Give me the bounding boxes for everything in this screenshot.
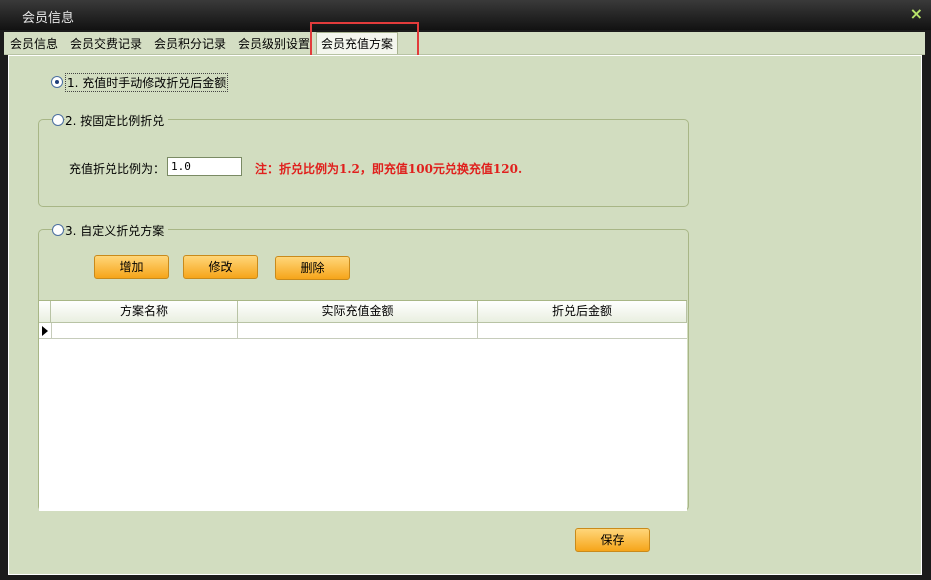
option3-radio[interactable] bbox=[52, 224, 64, 236]
title-bar: 会员信息 × bbox=[0, 0, 931, 30]
option1-radio[interactable] bbox=[51, 76, 63, 88]
table-row[interactable] bbox=[39, 323, 687, 339]
tab-points-records[interactable]: 会员积分记录 bbox=[150, 35, 230, 53]
tab-strip: 会员信息 会员交费记录 会员积分记录 会员级别设置 会员充值方案 bbox=[4, 32, 925, 55]
option1-label[interactable]: 1. 充值时手动修改折兑后金额 bbox=[64, 73, 229, 92]
option3-label[interactable]: 3. 自定义折兑方案 bbox=[65, 222, 169, 239]
row-header-corner bbox=[39, 301, 51, 322]
save-button[interactable]: 保存 bbox=[575, 528, 650, 552]
cell-actual-amount[interactable] bbox=[238, 323, 478, 338]
recharge-plan-panel: 1. 充值时手动修改折兑后金额 2. 按固定比例折兑 充值折兑比例为： 1.0 … bbox=[8, 55, 922, 575]
custom-plan-group: 3. 自定义折兑方案 增加 修改 删除 方案名称 实际充值金额 折兑后金额 bbox=[38, 222, 689, 511]
tab-fee-records[interactable]: 会员交费记录 bbox=[66, 35, 146, 53]
option2-radio[interactable] bbox=[52, 114, 64, 126]
edit-button[interactable]: 修改 bbox=[183, 255, 258, 279]
cell-plan-name[interactable] bbox=[51, 323, 238, 338]
column-header-actual-amount[interactable]: 实际充值金额 bbox=[238, 301, 478, 322]
ratio-note: 注：折兑比例为1.2，即充值100元兑换充值120. bbox=[255, 162, 523, 176]
tab-recharge-plan[interactable]: 会员充值方案 bbox=[316, 32, 399, 54]
column-header-converted-amount[interactable]: 折兑后金额 bbox=[478, 301, 687, 322]
fixed-ratio-group: 2. 按固定比例折兑 充值折兑比例为： 1.0 注：折兑比例为1.2，即充值10… bbox=[38, 112, 689, 207]
member-info-window: 会员信息 × 会员信息 会员交费记录 会员积分记录 会员级别设置 会员充值方案 … bbox=[0, 0, 931, 580]
cell-converted-amount[interactable] bbox=[478, 323, 687, 338]
delete-button[interactable]: 删除 bbox=[275, 256, 350, 280]
tab-member-info[interactable]: 会员信息 bbox=[6, 35, 62, 53]
close-icon[interactable]: × bbox=[910, 4, 923, 23]
plan-table[interactable]: 方案名称 实际充值金额 折兑后金额 bbox=[39, 300, 687, 511]
window-title: 会员信息 bbox=[22, 11, 75, 26]
column-header-plan-name[interactable]: 方案名称 bbox=[51, 301, 238, 322]
option2-label[interactable]: 2. 按固定比例折兑 bbox=[65, 112, 169, 129]
ratio-input[interactable]: 1.0 bbox=[167, 157, 242, 176]
table-header: 方案名称 实际充值金额 折兑后金额 bbox=[39, 301, 687, 323]
tab-level-settings[interactable]: 会员级别设置 bbox=[234, 35, 314, 53]
add-button[interactable]: 增加 bbox=[94, 255, 169, 279]
ratio-label: 充值折兑比例为： bbox=[69, 162, 166, 176]
